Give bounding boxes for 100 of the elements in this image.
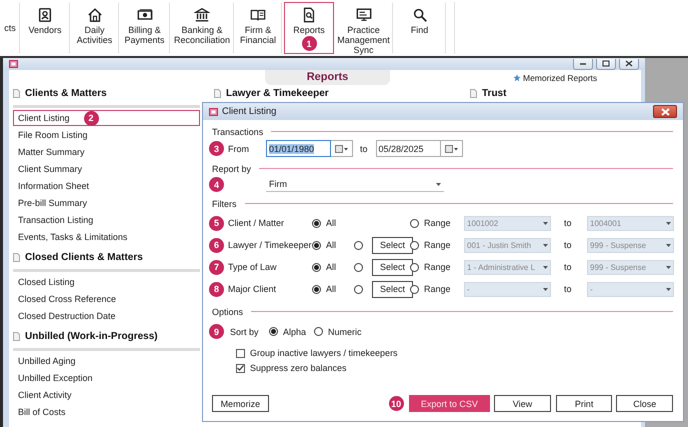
report-item[interactable]: Transaction Listing: [13, 212, 200, 228]
caret-icon: [666, 222, 671, 224]
report-item[interactable]: Matter Summary: [13, 144, 200, 160]
action-button[interactable]: View: [494, 395, 551, 412]
step-badge: 1: [302, 36, 316, 51]
calendar-button[interactable]: [440, 140, 463, 157]
close-button[interactable]: [619, 58, 639, 70]
group-heading: Filters: [212, 198, 236, 208]
report-item[interactable]: File Room Listing: [13, 127, 200, 143]
select-button[interactable]: Select: [372, 236, 414, 254]
minimize-button[interactable]: [573, 58, 593, 70]
ribbon-button[interactable]: Practice Management Sync: [334, 2, 393, 54]
dropdown[interactable]: Firm: [266, 178, 444, 192]
checkbox[interactable]: [236, 348, 245, 358]
checkbox-label: Suppress zero balances: [250, 363, 347, 373]
field-label: to: [360, 144, 368, 154]
report-item[interactable]: Bill of Costs: [13, 404, 200, 420]
date-field[interactable]: 01/01/1980: [266, 140, 331, 157]
radio-button[interactable]: [354, 262, 363, 272]
checkbox[interactable]: [236, 364, 245, 372]
radio-button[interactable]: [410, 218, 419, 228]
step-badge: 6: [209, 238, 224, 252]
caret-icon: [543, 266, 548, 268]
export-button[interactable]: Export to CSV: [408, 395, 490, 412]
report-item[interactable]: Information Sheet: [13, 178, 200, 194]
calendar-button[interactable]: [331, 140, 353, 157]
document-icon: [13, 252, 20, 262]
radio-button[interactable]: [269, 327, 278, 336]
document-icon: [13, 332, 20, 340]
radio-label: Alpha: [283, 326, 306, 336]
radio-button[interactable]: [354, 284, 363, 294]
radio-label: All: [326, 240, 336, 250]
report-item[interactable]: Closed Cross Reference: [13, 291, 200, 307]
memorized-reports-link[interactable]: Memorized Reports: [513, 73, 598, 83]
radio-label: All: [326, 218, 336, 228]
radio-button[interactable]: [314, 327, 324, 336]
field-label: From: [228, 144, 250, 154]
ribbon-button[interactable]: Billing & Payments: [119, 2, 170, 54]
ribbon-button[interactable]: Vendors: [20, 2, 70, 54]
section-heading: Lawyer & Timekeeper: [226, 88, 329, 98]
range-to-label: to: [564, 240, 572, 250]
step-badge: 5: [209, 216, 224, 230]
group-heading: Options: [212, 306, 244, 316]
person-card-icon: [37, 7, 53, 23]
action-button[interactable]: Close: [616, 395, 674, 412]
ribbon-button[interactable]: Daily Activities: [70, 2, 119, 54]
report-item[interactable]: Client Listing 2: [13, 110, 200, 126]
select-button[interactable]: Select: [372, 258, 414, 276]
search-icon: [412, 7, 428, 23]
report-item[interactable]: Unbilled Exception: [13, 370, 200, 386]
report-item[interactable]: Client Summary: [13, 161, 200, 177]
report-item[interactable]: Pre-bill Summary: [13, 195, 200, 211]
maximize-button[interactable]: [596, 58, 616, 70]
filter-label: Client / Matter: [228, 218, 284, 228]
monitor-icon: [356, 7, 372, 23]
close-button[interactable]: [653, 105, 677, 118]
radio-button[interactable]: [410, 240, 419, 250]
radio-button[interactable]: [410, 262, 419, 272]
filter-label: Major Client: [228, 284, 276, 294]
document-search-icon: [301, 7, 317, 23]
calendar-icon: [444, 144, 458, 152]
caret-icon: [543, 288, 548, 290]
report-item[interactable]: Closed Listing: [13, 274, 200, 290]
book-icon: [250, 7, 266, 23]
report-item[interactable]: Client Activity: [13, 387, 200, 403]
select-button[interactable]: Select: [372, 280, 414, 298]
radio-button[interactable]: [312, 284, 321, 294]
caret-icon: [543, 244, 548, 246]
ribbon-button[interactable]: Find: [393, 2, 446, 54]
radio-button[interactable]: [312, 218, 321, 228]
report-item[interactable]: Closed Destruction Date: [13, 308, 200, 324]
document-icon: [13, 88, 20, 98]
step-badge: 2: [84, 110, 99, 126]
dialog-title: Client Listing: [222, 106, 278, 117]
ribbon-button[interactable]: Banking & Reconciliation: [170, 2, 234, 54]
page-heading: Reports: [265, 70, 390, 85]
radio-button[interactable]: [410, 284, 419, 294]
document-icon: [470, 88, 477, 98]
filter-label: Type of Law: [228, 262, 277, 272]
bank-icon: [194, 7, 210, 23]
report-item[interactable]: Unbilled Aging: [13, 353, 200, 369]
radio-button[interactable]: [354, 240, 363, 250]
caret-icon: [666, 244, 671, 246]
house-icon: [86, 7, 102, 23]
radio-button[interactable]: [312, 240, 321, 250]
action-button[interactable]: Print: [556, 395, 612, 412]
range-to-label: to: [564, 218, 572, 228]
close-icon: [624, 60, 634, 67]
field-label: Sort by: [230, 326, 260, 336]
date-field[interactable]: 05/28/2025: [376, 140, 441, 157]
ribbon-button[interactable]: Firm & Financial: [234, 2, 282, 54]
window-icon: [9, 60, 18, 68]
report-item[interactable]: Events, Tasks & Limitations: [13, 229, 200, 245]
section-heading: Unbilled (Work-in-Progress): [25, 330, 158, 342]
radio-button[interactable]: [312, 262, 321, 272]
ribbon-button[interactable]: cts: [0, 2, 20, 54]
radio-label: Range: [424, 218, 451, 228]
ribbon-button[interactable]: Reports 1: [284, 2, 334, 54]
action-button[interactable]: Memorize: [212, 395, 269, 412]
step-badge: 9: [209, 324, 224, 339]
